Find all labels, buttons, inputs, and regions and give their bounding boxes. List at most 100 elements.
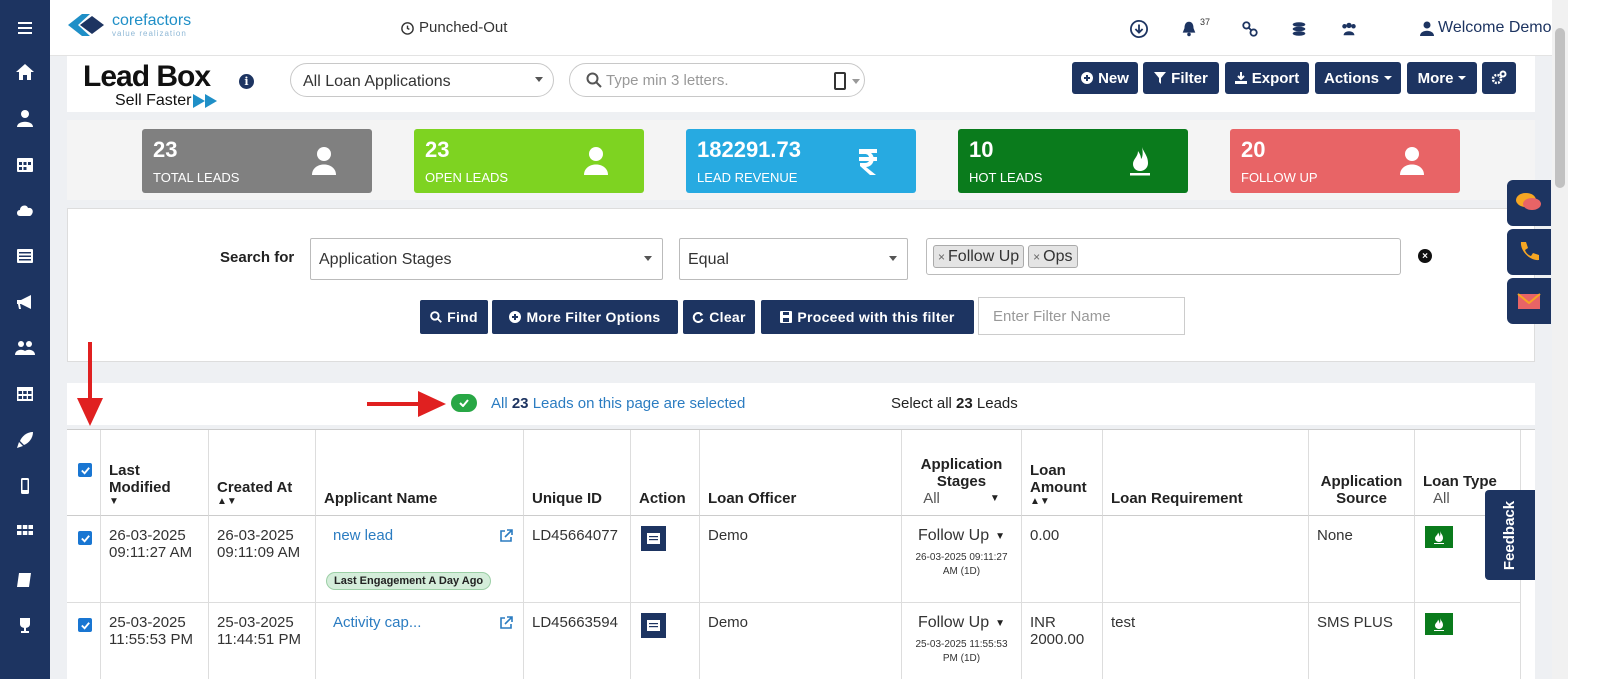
- grid-icon[interactable]: [0, 518, 50, 546]
- applicant-link[interactable]: Activity cap...: [333, 614, 421, 631]
- more-button[interactable]: More: [1407, 62, 1477, 94]
- header-loan-amount[interactable]: Loan Amount ▲▼: [1022, 430, 1103, 516]
- rupee-icon: [852, 145, 884, 177]
- header-application-stages[interactable]: Application Stages All ▼: [902, 430, 1022, 516]
- header-loan-requirement[interactable]: Loan Requirement: [1103, 430, 1309, 516]
- list-icon[interactable]: [0, 242, 50, 270]
- stat-lead-revenue[interactable]: 182291.73 LEAD REVENUE: [686, 129, 916, 193]
- download-icon[interactable]: [1128, 18, 1150, 40]
- remove-filter-icon[interactable]: ×: [1418, 249, 1432, 263]
- home-icon[interactable]: [0, 58, 50, 86]
- filter-name-input[interactable]: Enter Filter Name: [978, 297, 1185, 335]
- punch-status[interactable]: Punched-Out: [400, 19, 507, 36]
- actions-button[interactable]: Actions: [1315, 62, 1401, 94]
- external-link-icon[interactable]: [499, 616, 513, 630]
- filter-tag[interactable]: × Follow Up: [933, 245, 1025, 268]
- stage-time-line: AM (1D): [942, 566, 981, 577]
- view-select[interactable]: All Loan Applications: [290, 63, 554, 97]
- clear-button[interactable]: Clear: [683, 300, 755, 334]
- chevron-down-icon: [535, 77, 543, 82]
- link-icon[interactable]: [1239, 18, 1261, 40]
- stage-time-line: 25-03-2025 11:55:53: [915, 639, 1008, 650]
- selected-count: 23: [511, 395, 529, 412]
- stage-dropdown[interactable]: Follow Up ▼: [910, 614, 1013, 632]
- fire-icon[interactable]: [1425, 613, 1453, 635]
- logo-name: corefactors: [112, 11, 192, 29]
- details-icon[interactable]: [641, 526, 666, 551]
- stage-value: Follow Up: [917, 527, 990, 544]
- stage-time-line: PM (1D): [942, 653, 981, 664]
- welcome-text: Welcome Demo: [1438, 19, 1552, 36]
- stages-filter-select[interactable]: All ▼: [923, 490, 1000, 507]
- menu-icon[interactable]: [0, 14, 50, 42]
- amount-line: 2000.00: [1030, 631, 1085, 648]
- coins-icon[interactable]: [1288, 18, 1310, 40]
- stat-open-leads[interactable]: 23 OPEN LEADS: [414, 129, 644, 193]
- new-button[interactable]: New: [1072, 62, 1138, 94]
- mobile-icon[interactable]: [834, 72, 846, 90]
- select-all-checkbox[interactable]: [78, 463, 92, 477]
- cloud-icon[interactable]: [0, 196, 50, 224]
- more-filter-options-button[interactable]: More Filter Options: [492, 300, 678, 334]
- email-widget-icon[interactable]: [1507, 278, 1551, 324]
- megaphone-icon[interactable]: [0, 288, 50, 316]
- mobile-icon[interactable]: [0, 472, 50, 500]
- loan-type-filter-value: All: [1433, 490, 1450, 507]
- users-icon[interactable]: [0, 334, 50, 362]
- select-all-link[interactable]: Select all 23 Leads: [891, 395, 1018, 412]
- team-icon[interactable]: [1338, 18, 1360, 40]
- stat-follow-up[interactable]: 20 FOLLOW UP: [1230, 129, 1460, 193]
- chevron-down-icon: [889, 256, 897, 261]
- row-checkbox[interactable]: [78, 531, 92, 545]
- remove-tag-icon[interactable]: ×: [938, 250, 945, 264]
- bell-icon[interactable]: [1178, 18, 1200, 40]
- stat-total-leads[interactable]: 23 TOTAL LEADS: [142, 129, 372, 193]
- info-icon[interactable]: i: [239, 74, 254, 89]
- filter-values-input[interactable]: × Follow Up × Ops: [926, 238, 1401, 275]
- phone-widget-icon[interactable]: [1507, 229, 1551, 275]
- corefactors-logo[interactable]: corefactors value realization: [66, 12, 191, 38]
- external-link-icon[interactable]: [499, 529, 513, 543]
- filter-operator-select[interactable]: Equal: [679, 238, 908, 280]
- logo-mark-icon: [68, 14, 104, 36]
- header-label: Loan Type: [1423, 473, 1497, 490]
- stats-strip: 23 TOTAL LEADS 23 OPEN LEADS 182291.73 L…: [67, 120, 1535, 200]
- user-menu[interactable]: Welcome Demo: [1420, 19, 1552, 37]
- scrollbar-thumb[interactable]: [1555, 28, 1565, 188]
- chat-widget-icon[interactable]: [1507, 180, 1551, 226]
- search-input[interactable]: Type min 3 letters.: [569, 63, 865, 97]
- details-icon[interactable]: [641, 613, 666, 638]
- row-checkbox[interactable]: [78, 618, 92, 632]
- user-icon[interactable]: [0, 104, 50, 132]
- filter-tag-label: Ops: [1043, 247, 1073, 265]
- book-icon[interactable]: [0, 566, 50, 594]
- filter-button[interactable]: Filter: [1143, 62, 1219, 94]
- header-application-source[interactable]: Application Source: [1309, 430, 1415, 516]
- proceed-filter-button[interactable]: Proceed with this filter: [761, 300, 974, 334]
- stat-hot-leads[interactable]: 10 HOT LEADS: [958, 129, 1188, 193]
- feedback-tab[interactable]: Feedback: [1485, 490, 1535, 580]
- filter-tag[interactable]: × Ops: [1028, 245, 1078, 268]
- fire-icon[interactable]: [1425, 526, 1453, 548]
- find-button[interactable]: Find: [420, 300, 488, 334]
- header-applicant-name[interactable]: Applicant Name: [316, 430, 524, 516]
- header-loan-officer[interactable]: Loan Officer: [700, 430, 902, 516]
- applicant-link[interactable]: new lead: [333, 527, 393, 544]
- remove-tag-icon[interactable]: ×: [1033, 250, 1040, 264]
- export-button[interactable]: Export: [1225, 62, 1309, 94]
- loan-type-filter-select[interactable]: All: [1423, 490, 1450, 507]
- trophy-icon[interactable]: [0, 612, 50, 640]
- calendar-icon[interactable]: [0, 150, 50, 178]
- settings-button[interactable]: [1482, 62, 1516, 94]
- row-select-cell: [67, 516, 101, 603]
- filter-field-select[interactable]: Application Stages: [310, 238, 663, 280]
- table-icon[interactable]: [0, 380, 50, 408]
- chevron-down-icon: ▼: [995, 617, 1006, 629]
- time: 11:55:53 PM: [109, 631, 193, 648]
- rocket-icon[interactable]: [0, 426, 50, 454]
- stage-dropdown[interactable]: Follow Up ▼: [910, 527, 1013, 545]
- header-last-modified[interactable]: Last Modified ▼: [101, 430, 209, 516]
- header-unique-id[interactable]: Unique ID: [524, 430, 631, 516]
- header-created-at[interactable]: Created At ▲▼: [209, 430, 316, 516]
- cogs-icon: [1491, 70, 1507, 85]
